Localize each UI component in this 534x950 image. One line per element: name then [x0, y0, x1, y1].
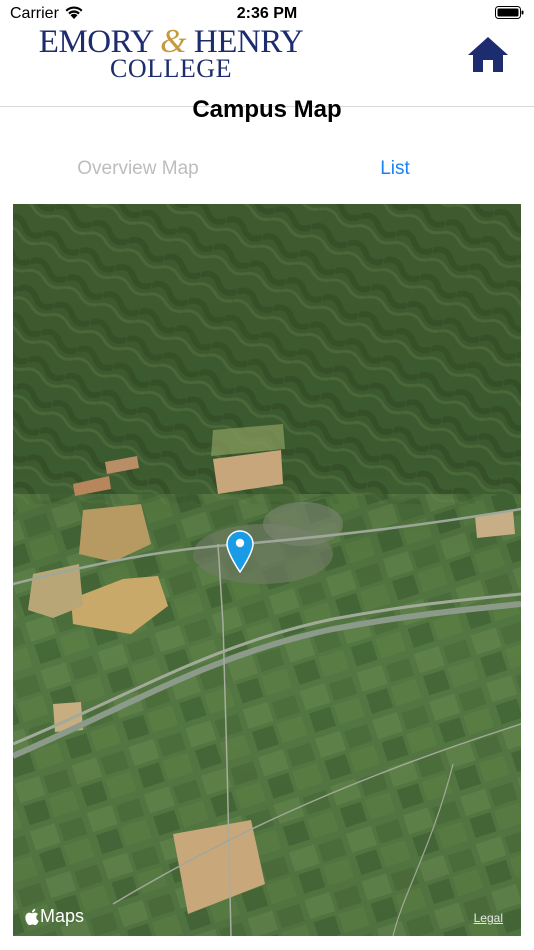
maps-attribution: Maps	[25, 906, 84, 927]
maps-label: Maps	[40, 906, 85, 926]
satellite-imagery	[13, 204, 521, 936]
home-icon	[468, 37, 508, 72]
tab-list[interactable]: List	[295, 158, 495, 180]
map-pin-icon	[226, 530, 254, 574]
tab-overview-map[interactable]: Overview Map	[38, 158, 238, 180]
legal-link[interactable]: Legal	[474, 911, 503, 925]
status-time: 2:36 PM	[236, 5, 298, 22]
battery-icon	[495, 5, 525, 26]
logo-text-college: COLLEGE	[110, 54, 232, 83]
page-title: Campus Map	[192, 96, 342, 123]
app-header: EMORY & HENRY COLLEGE	[0, 24, 534, 107]
campus-location-pin[interactable]	[225, 529, 255, 574]
home-button[interactable]	[466, 32, 510, 76]
college-logo: EMORY & HENRY COLLEGE	[16, 25, 326, 83]
campus-map-view[interactable]: Maps Legal	[13, 204, 521, 936]
apple-icon	[25, 908, 39, 925]
